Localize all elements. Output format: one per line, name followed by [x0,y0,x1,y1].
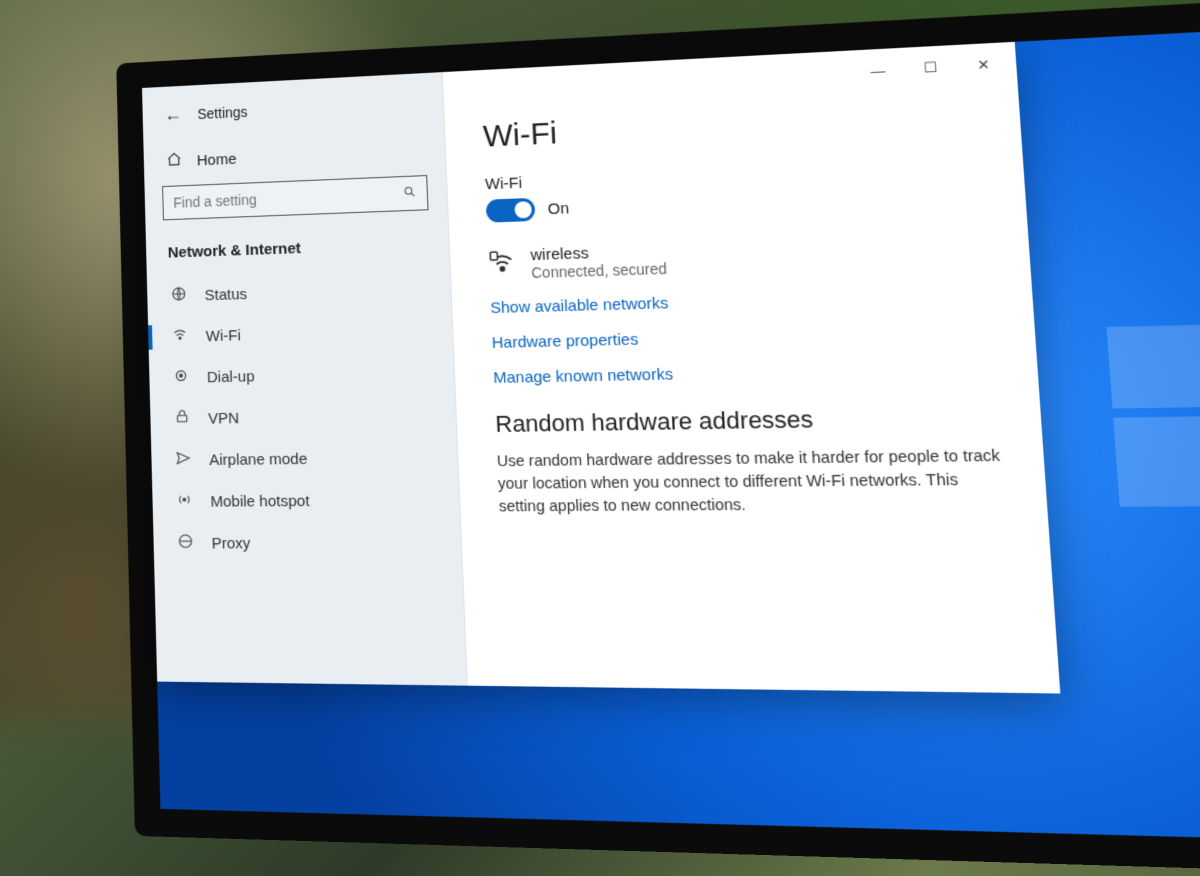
back-button[interactable]: ← [164,104,182,126]
sidebar-item-label: VPN [208,409,239,427]
link-manage-known-networks[interactable]: Manage known networks [493,359,996,387]
settings-sidebar: ← Settings Home Network & Internet [142,72,468,686]
wifi-icon [170,326,190,347]
proxy-icon [175,533,196,554]
sidebar-item-vpn[interactable]: VPN [150,393,457,440]
settings-window: ← Settings Home Network & Internet [142,42,1060,694]
home-icon [165,151,183,172]
sidebar-item-label: Mobile hotspot [210,492,310,510]
sidebar-item-proxy[interactable]: Proxy [153,521,462,564]
minimize-button[interactable]: — [854,54,901,86]
sidebar-item-label: Proxy [211,534,250,552]
desktop-background: ← Settings Home Network & Internet [142,24,1200,844]
vpn-icon [172,408,192,429]
sidebar-item-label: Dial-up [207,367,255,386]
sidebar-item-wifi[interactable]: Wi-Fi [148,309,453,358]
page-title: Wi-Fi [482,96,979,155]
home-label: Home [197,150,237,169]
dialup-icon [171,367,191,388]
wifi-toggle[interactable] [486,198,536,223]
sidebar-item-airplane[interactable]: Airplane mode [151,436,458,481]
laptop-screen: ← Settings Home Network & Internet [142,24,1200,844]
random-addresses-heading: Random hardware addresses [495,402,999,438]
search-input[interactable] [173,186,379,211]
search-icon [403,185,417,202]
windows-logo [1107,322,1200,509]
link-show-networks[interactable]: Show available networks [490,285,991,317]
sidebar-item-label: Airplane mode [209,450,308,469]
sidebar-item-label: Wi-Fi [206,326,241,344]
network-status: Connected, secured [531,260,667,281]
wifi-toggle-state: On [547,199,569,218]
link-hardware-properties[interactable]: Hardware properties [491,322,993,352]
settings-content: — ☐ ✕ Wi-Fi Wi-Fi On [443,42,1061,694]
app-title: Settings [197,103,248,122]
random-addresses-description: Use random hardware addresses to make it… [496,445,1004,519]
sidebar-item-hotspot[interactable]: Mobile hotspot [152,478,460,522]
wifi-secured-icon [488,249,517,282]
airplane-icon [173,450,193,471]
globe-icon [169,285,189,306]
sidebar-item-label: Status [204,285,247,304]
hotspot-icon [174,491,195,512]
current-network[interactable]: wireless Connected, secured [488,231,988,282]
maximize-button[interactable]: ☐ [907,52,955,85]
sidebar-item-dialup[interactable]: Dial-up [149,351,455,399]
close-button[interactable]: ✕ [959,49,1008,82]
